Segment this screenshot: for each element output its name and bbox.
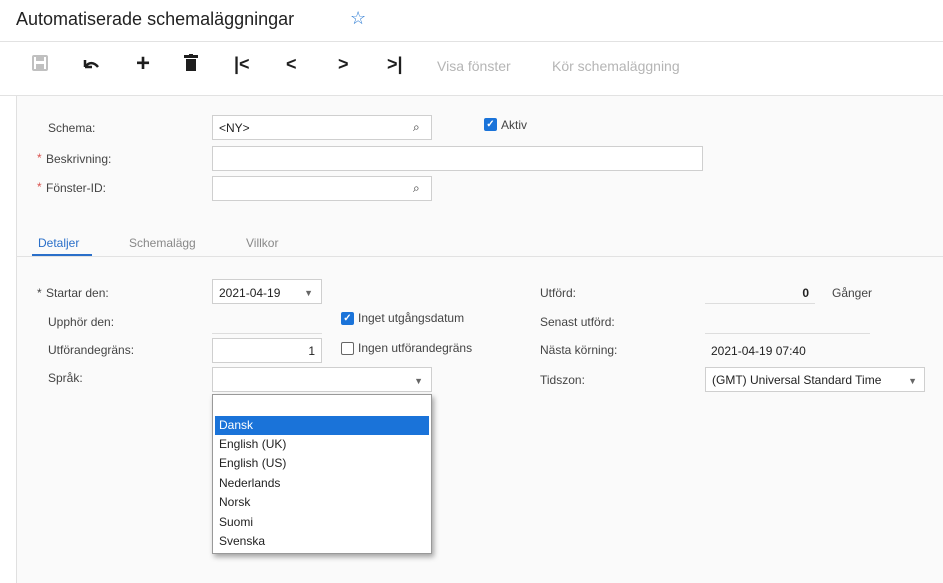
tab-conditions[interactable]: Villkor [246, 236, 278, 250]
times-label: Gånger [832, 286, 873, 300]
dropdown-option-english-uk[interactable]: English (UK) [215, 435, 429, 454]
starts-label: Startar den: [46, 286, 109, 300]
language-label: Språk: [48, 371, 83, 385]
next-run-field: 2021-04-19 07:40 [711, 344, 806, 358]
first-record-icon[interactable]: |< [234, 54, 250, 75]
last-run-field [705, 309, 870, 334]
language-select[interactable]: ▼ [212, 367, 432, 392]
chevron-down-icon[interactable]: ▼ [414, 376, 423, 386]
required-mark: * [37, 180, 42, 194]
next-record-icon[interactable]: > [338, 54, 349, 75]
add-icon[interactable]: + [136, 50, 150, 78]
timezone-value: (GMT) Universal Standard Time [712, 373, 882, 387]
undo-icon[interactable] [82, 56, 100, 77]
favorite-star-icon[interactable]: ☆ [350, 8, 366, 29]
dropdown-option-norsk[interactable]: Norsk [215, 493, 429, 512]
page-title: Automatiserade schemaläggningar [16, 9, 295, 29]
description-field[interactable] [212, 146, 703, 171]
chevron-down-icon[interactable]: ▼ [304, 288, 313, 298]
ends-date-field[interactable] [212, 309, 322, 334]
required-mark: * [37, 286, 42, 300]
last-run-label: Senast utförd: [540, 315, 615, 329]
timezone-label: Tidszon: [540, 373, 585, 387]
schema-field[interactable]: <NY> [212, 115, 432, 140]
required-mark: * [37, 151, 42, 165]
save-icon[interactable] [32, 55, 48, 76]
description-label: Beskrivning: [46, 152, 112, 166]
executed-label: Utförd: [540, 286, 577, 300]
screen-id-field[interactable] [212, 176, 432, 201]
show-window-button[interactable]: Visa fönster [437, 58, 511, 74]
header-divider [0, 41, 943, 42]
starts-date-value: 2021-04-19 [219, 286, 281, 300]
timezone-select[interactable]: (GMT) Universal Standard Time ▼ [705, 367, 925, 392]
dropdown-option-english-us[interactable]: English (US) [215, 454, 429, 473]
tab-details[interactable]: Detaljer [38, 236, 79, 250]
dropdown-option-nederlands[interactable]: Nederlands [215, 474, 429, 493]
starts-date-field[interactable]: 2021-04-19 ▼ [212, 279, 322, 304]
dropdown-option-svenska[interactable]: Svenska [215, 532, 429, 551]
delete-icon[interactable] [184, 54, 198, 76]
dropdown-option-empty[interactable] [215, 397, 429, 416]
limit-field[interactable]: 1 [212, 338, 322, 363]
no-expiry-label: Inget utgångsdatum [358, 311, 465, 325]
language-dropdown-list: Dansk English (UK) English (US) Nederlan… [212, 394, 432, 554]
tabs-divider [16, 256, 943, 257]
no-limit-label: Ingen utförandegräns [358, 341, 473, 355]
limit-label: Utförandegräns: [48, 343, 135, 357]
run-schedule-button[interactable]: Kör schemaläggning [552, 58, 680, 74]
active-checkbox[interactable]: ✓ [484, 118, 497, 131]
tab-schedule[interactable]: Schemalägg [129, 236, 196, 250]
dropdown-option-suomi[interactable]: Suomi [215, 513, 429, 532]
last-record-icon[interactable]: >| [387, 54, 403, 75]
chevron-down-icon[interactable]: ▼ [908, 376, 917, 386]
active-label: Aktiv [501, 118, 528, 132]
no-expiry-checkbox[interactable]: ✓ [341, 312, 354, 325]
ends-label: Upphör den: [48, 315, 115, 329]
schema-label: Schema: [48, 121, 96, 135]
executed-count: 0 [705, 279, 815, 304]
search-icon[interactable]: ⌕ [413, 181, 420, 196]
previous-record-icon[interactable]: < [286, 54, 297, 75]
dropdown-option-dansk[interactable]: Dansk [215, 416, 429, 435]
screen-id-label: Fönster-ID: [46, 181, 107, 195]
no-limit-checkbox[interactable] [341, 342, 354, 355]
search-icon[interactable]: ⌕ [413, 120, 420, 135]
next-run-label: Nästa körning: [540, 343, 618, 357]
